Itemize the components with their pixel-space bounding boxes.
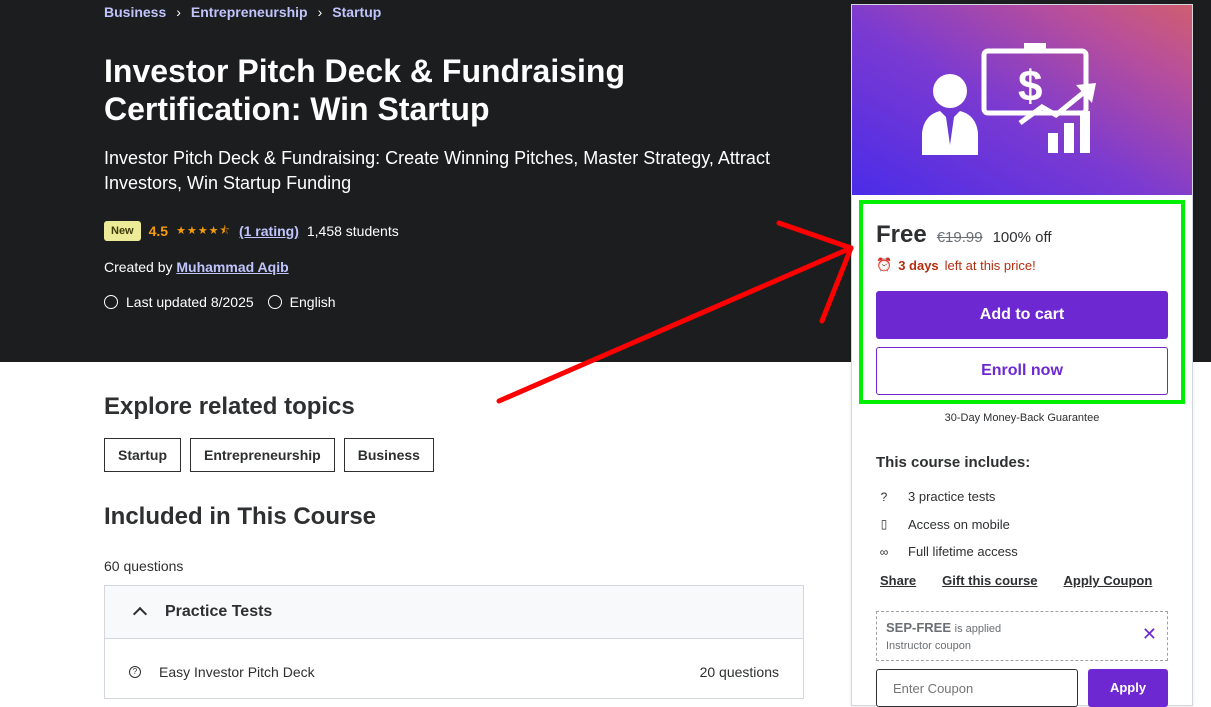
- breadcrumb-entrepreneurship[interactable]: Entrepreneurship: [191, 4, 308, 20]
- list-item: ▯ Access on mobile: [876, 511, 1018, 539]
- rating-row: New 4.5 ★★★★⯪ (1 rating) 1,458 students: [104, 219, 399, 243]
- course-preview-image[interactable]: $: [852, 5, 1192, 195]
- created-by-label: Created by: [104, 259, 173, 275]
- course-title: Investor Pitch Deck & Fundraising Certif…: [104, 53, 625, 127]
- timer-text: left at this price!: [944, 257, 1036, 273]
- last-updated: Last updated 8/2025: [126, 294, 254, 310]
- breadcrumb: Business › Entrepreneurship › Startup: [104, 4, 381, 20]
- accordion-body: ? Easy Investor Pitch Deck 20 questions: [104, 638, 804, 699]
- test-name: Easy Investor Pitch Deck: [159, 664, 315, 680]
- topic-business[interactable]: Business: [343, 438, 434, 472]
- includes-list: ? 3 practice tests ▯ Access on mobile ∞ …: [876, 483, 1018, 566]
- language: English: [289, 294, 336, 310]
- question-circle-icon: ?: [129, 666, 141, 678]
- applied-coupon: SEP-FREE is applied Instructor coupon ✕: [876, 611, 1168, 661]
- course-subtitle: Investor Pitch Deck & Fundraising: Creat…: [104, 148, 770, 193]
- course-meta: Last updated 8/2025 English: [104, 294, 336, 310]
- close-icon[interactable]: ✕: [1142, 625, 1157, 643]
- investor-pitch-icon: $: [922, 43, 1096, 155]
- coupon-applied-text: is applied: [954, 623, 1002, 635]
- student-count: 1,458 students: [306, 223, 399, 239]
- created-by: Created by Muhammad Aqib: [104, 259, 289, 275]
- price-timer: ⏰ 3 days left at this price!: [876, 257, 1036, 273]
- svg-text:$: $: [1018, 62, 1042, 111]
- original-price: €19.99: [936, 229, 983, 246]
- purchase-sidebar: $ Free €19.99 100% off ⏰ 3 days left at …: [851, 4, 1193, 707]
- alarm-clock-icon: ⏰: [876, 257, 893, 272]
- practice-tests-accordion[interactable]: Practice Tests: [104, 585, 804, 639]
- coupon-code: SEP-FREE: [886, 620, 952, 635]
- chevron-right-icon: ›: [176, 4, 181, 20]
- chevron-right-icon: ›: [317, 4, 323, 20]
- coupon-input[interactable]: [876, 669, 1078, 707]
- topic-list: Startup Entrepreneurship Business: [104, 438, 434, 472]
- question-count: 60 questions: [104, 558, 184, 574]
- rating-value: 4.5: [148, 223, 169, 239]
- apply-button[interactable]: Apply: [1088, 669, 1168, 707]
- included-title: Included in This Course: [104, 503, 377, 530]
- test-question-count: 20 questions: [699, 664, 779, 680]
- action-links: Share Gift this course Apply Coupon: [880, 573, 1152, 588]
- new-badge: New: [104, 221, 141, 241]
- alert-icon: [104, 295, 118, 309]
- gift-course-link[interactable]: Gift this course: [942, 573, 1037, 588]
- apply-coupon-link[interactable]: Apply Coupon: [1064, 573, 1153, 588]
- coupon-code-line: SEP-FREE is applied: [886, 620, 1001, 635]
- include-label: 3 practice tests: [908, 489, 996, 505]
- discount-percent: 100% off: [992, 229, 1052, 246]
- price-line: Free €19.99 100% off: [876, 221, 1052, 249]
- globe-icon: [267, 295, 282, 309]
- author-link[interactable]: Muhammad Aqib: [176, 259, 288, 275]
- breadcrumb-business[interactable]: Business: [104, 4, 166, 20]
- infinity-icon: ∞: [879, 544, 889, 559]
- accordion-label: Practice Tests: [165, 603, 273, 620]
- chevron-up-icon: [132, 606, 148, 622]
- rating-count-link[interactable]: (1 rating): [239, 223, 299, 239]
- coupon-type: Instructor coupon: [886, 640, 971, 652]
- star-rating-icon: ★★★★⯪: [176, 224, 231, 237]
- list-item[interactable]: ? Easy Investor Pitch Deck 20 questions: [129, 664, 779, 680]
- question-circle-icon: ?: [880, 489, 888, 504]
- list-item: ∞ Full lifetime access: [876, 538, 1018, 566]
- add-to-cart-button[interactable]: Add to cart: [876, 291, 1168, 339]
- mobile-icon: ▯: [880, 517, 888, 532]
- includes-title: This course includes:: [876, 454, 1031, 471]
- breadcrumb-startup[interactable]: Startup: [332, 4, 381, 20]
- explore-topics-title: Explore related topics: [104, 393, 355, 420]
- topic-startup[interactable]: Startup: [104, 438, 181, 472]
- current-price: Free: [876, 221, 927, 248]
- include-label: Full lifetime access: [908, 544, 1018, 560]
- timer-days: 3 days: [898, 257, 939, 273]
- share-link[interactable]: Share: [880, 573, 916, 588]
- money-back-guarantee: 30-Day Money-Back Guarantee: [944, 412, 1100, 424]
- enroll-now-button[interactable]: Enroll now: [876, 347, 1168, 395]
- list-item: ? 3 practice tests: [876, 483, 1018, 511]
- topic-entrepreneurship[interactable]: Entrepreneurship: [190, 438, 335, 472]
- include-label: Access on mobile: [908, 516, 1010, 532]
